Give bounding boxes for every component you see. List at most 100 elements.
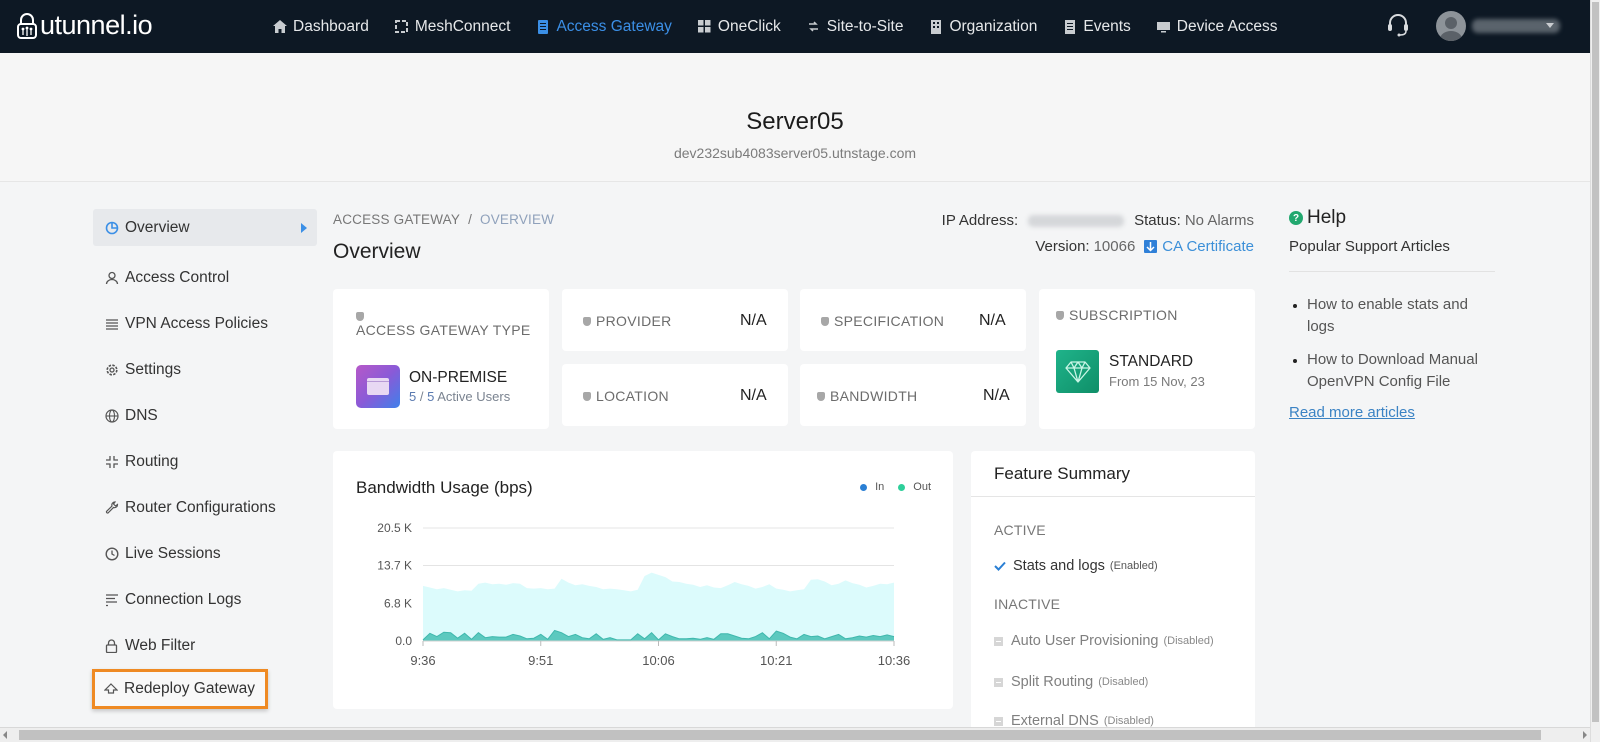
chevron-down-icon[interactable] xyxy=(1546,23,1554,28)
help-article-link[interactable]: How to Download Manual OpenVPN Config Fi… xyxy=(1307,349,1495,393)
legend-dot-in xyxy=(860,483,868,491)
server-header: Server05 dev232sub4083server05.utnstage.… xyxy=(0,53,1590,182)
sidebar-item-label: Overview xyxy=(125,218,190,236)
sidebar-item-label: Settings xyxy=(125,361,182,378)
legend-dot-out xyxy=(898,483,906,491)
shield-icon xyxy=(583,316,591,326)
sidebar-item-label: Connection Logs xyxy=(125,591,242,608)
help-title: ? Help xyxy=(1289,207,1495,229)
scroll-left-icon[interactable] xyxy=(3,731,7,739)
divider xyxy=(1289,271,1495,272)
minus-icon xyxy=(994,677,1003,687)
nav-label: MeshConnect xyxy=(414,17,511,35)
subscription-start: From 15 Nov, 23 xyxy=(1109,374,1205,389)
x-tick-label: 10:06 xyxy=(642,653,675,668)
feature-item-inactive: Auto User Provisioning (Disabled) xyxy=(994,633,1214,649)
y-tick-label: 20.5 K xyxy=(377,521,412,535)
legend-item-out[interactable]: Out xyxy=(898,481,931,493)
arrows-icon xyxy=(807,20,821,34)
legend-label-out: Out xyxy=(913,481,931,493)
sidebar-item-vpn-access-policies[interactable]: VPN Access Policies xyxy=(93,301,317,347)
diamond-icon xyxy=(1056,350,1099,393)
nav-dashboard[interactable]: Dashboard xyxy=(273,18,369,36)
specification-card: SPECIFICATION N/A xyxy=(800,289,1026,351)
feature-name: Split Routing xyxy=(1011,674,1094,690)
breadcrumb-current: OVERVIEW xyxy=(480,212,555,227)
feature-item-inactive: Split Routing (Disabled) xyxy=(994,674,1148,690)
x-tick-label: 9:51 xyxy=(528,653,553,668)
wrench-icon xyxy=(105,501,119,515)
provider-value: N/A xyxy=(740,312,767,329)
mesh-icon xyxy=(395,20,409,34)
globe-icon xyxy=(105,409,119,423)
sidebar-item-settings[interactable]: Settings xyxy=(93,347,317,393)
nav-label: Organization xyxy=(949,17,1038,35)
clock-icon xyxy=(105,547,119,561)
area-series-in xyxy=(423,572,894,641)
routing-icon xyxy=(105,455,119,469)
feature-summary-card: Feature Summary ACTIVE Stats and logs (E… xyxy=(971,451,1255,742)
sidebar-item-web-filter[interactable]: Web Filter xyxy=(93,623,317,669)
minus-icon xyxy=(994,716,1003,726)
read-more-articles-link[interactable]: Read more articles xyxy=(1289,404,1495,421)
chevron-right-icon xyxy=(301,223,307,233)
question-circle-icon: ? xyxy=(1289,211,1303,225)
lock-network-icon xyxy=(17,12,37,39)
brand-logo[interactable]: utunnel.io xyxy=(16,10,153,41)
nav-events[interactable]: Events xyxy=(1063,18,1131,36)
nav-organization[interactable]: Organization xyxy=(929,18,1037,36)
sidebar-item-live-sessions[interactable]: Live Sessions xyxy=(93,531,317,577)
grid-icon xyxy=(698,20,712,34)
sidebar-item-label: DNS xyxy=(125,407,158,424)
ca-certificate-link[interactable]: CA Certificate xyxy=(1162,238,1254,255)
sidebar-item-label: Redeploy Gateway xyxy=(124,680,255,697)
breadcrumb-parent[interactable]: ACCESS GATEWAY xyxy=(333,212,460,227)
active-users-label: Active Users xyxy=(437,389,511,404)
ip-label: IP Address: xyxy=(941,212,1019,229)
sidebar-item-label: Access Control xyxy=(125,269,230,286)
shield-icon xyxy=(821,316,829,326)
location-card: LOCATION N/A xyxy=(562,364,788,426)
nav-meshconnect[interactable]: MeshConnect xyxy=(395,17,511,36)
sidebar-item-label: Live Sessions xyxy=(125,545,221,562)
avatar[interactable] xyxy=(1436,11,1466,41)
scrollbar-thumb[interactable] xyxy=(1592,2,1599,722)
total-users-count: 5 xyxy=(427,389,435,404)
ip-value-blurred xyxy=(1028,214,1125,227)
main-nav: Dashboard MeshConnect Access Gateway One… xyxy=(273,0,1304,53)
vertical-scrollbar[interactable] xyxy=(1590,0,1600,742)
status-label: Status: xyxy=(1134,212,1181,229)
sidebar-item-router-configurations[interactable]: Router Configurations xyxy=(93,485,317,531)
sidebar-item-connection-logs[interactable]: Connection Logs xyxy=(93,577,317,623)
sidebar-item-access-control[interactable]: Access Control xyxy=(93,255,317,301)
provider-card: PROVIDER N/A xyxy=(562,289,788,351)
building-icon xyxy=(929,19,943,34)
monitor-icon xyxy=(1157,20,1171,34)
server-title: Server05 xyxy=(746,108,844,135)
download-icon[interactable] xyxy=(1144,240,1158,253)
card-label: PROVIDER xyxy=(583,313,672,329)
sidebar-item-overview[interactable]: Overview xyxy=(93,209,317,246)
horizontal-scrollbar[interactable] xyxy=(0,727,1590,742)
card-label: SPECIFICATION xyxy=(821,313,944,329)
pie-chart-icon xyxy=(105,221,119,235)
scroll-right-icon[interactable] xyxy=(1583,731,1587,739)
y-tick-label: 13.7 K xyxy=(377,558,412,572)
sidebar-item-label: Web Filter xyxy=(125,637,196,654)
headset-icon[interactable] xyxy=(1387,13,1409,42)
legend-item-in[interactable]: In xyxy=(860,481,884,493)
nav-device-access[interactable]: Device Access xyxy=(1157,18,1278,36)
sidebar-item-dns[interactable]: DNS xyxy=(93,393,317,439)
gateway-meta-row: IP Address: Status: No Alarms xyxy=(942,212,1254,229)
help-article-link[interactable]: How to enable stats and logs xyxy=(1307,294,1495,338)
nav-access-gateway[interactable]: Access Gateway xyxy=(536,18,672,36)
sidebar-item-label: Routing xyxy=(125,453,179,470)
sidebar-item-routing[interactable]: Routing xyxy=(93,439,317,485)
card-label: BANDWIDTH xyxy=(817,388,917,404)
nav-label: Device Access xyxy=(1176,17,1278,35)
scrollbar-thumb[interactable] xyxy=(19,730,1541,740)
sidebar-item-redeploy-gateway[interactable]: Redeploy Gateway xyxy=(92,669,268,709)
nav-oneclick[interactable]: OneClick xyxy=(698,18,781,36)
shield-icon xyxy=(356,312,364,321)
nav-site-to-site[interactable]: Site-to-Site xyxy=(807,18,903,36)
